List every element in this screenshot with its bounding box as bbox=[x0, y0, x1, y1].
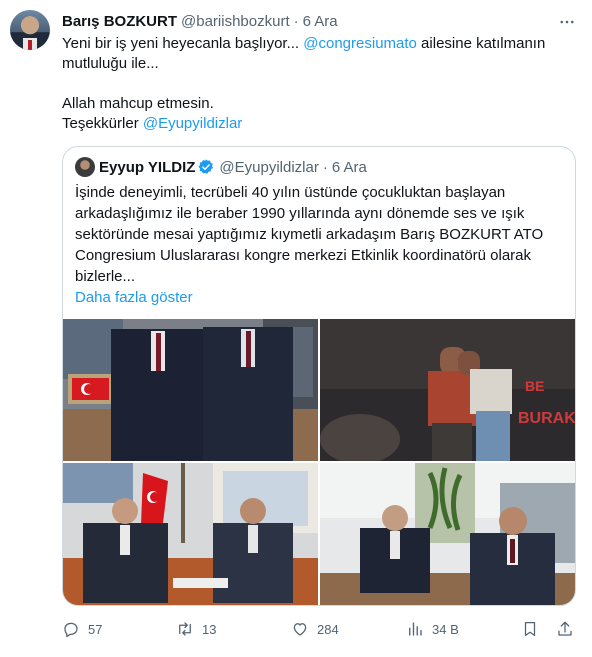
quoted-text-line: İşinde deneyimli, tecrübeli 40 yılın üst… bbox=[75, 184, 506, 201]
avatar-tie bbox=[28, 40, 32, 50]
share-button[interactable] bbox=[556, 618, 574, 640]
photo-4-image bbox=[320, 463, 575, 605]
photo-2-sign-burak: BURAK bbox=[518, 410, 575, 427]
tweet[interactable]: Barış BOZKURT @bariishbozkurt · 6 Ara Ye… bbox=[0, 0, 592, 657]
tweet-time[interactable]: 6 Ara bbox=[303, 13, 338, 30]
quoted-text-line: bizlerle... bbox=[75, 268, 136, 285]
mention-congresiumato[interactable]: @congresiumato bbox=[303, 35, 417, 52]
author-name[interactable]: Barış BOZKURT bbox=[62, 13, 177, 30]
heart-icon bbox=[293, 623, 307, 636]
more-dots-icon bbox=[560, 20, 574, 24]
tweet-text-segment: Teşekkürler bbox=[62, 115, 143, 132]
views-bar-chart-icon bbox=[409, 622, 422, 636]
tweet-header: Barış BOZKURT @bariishbozkurt · 6 Ara bbox=[62, 11, 338, 31]
tweet-text-segment: ailesine katılmanın bbox=[416, 35, 546, 52]
tweet-text-segment: mutluluğu ile... bbox=[62, 55, 159, 72]
tweet-text-segment: Yeni bir iş yeni heyecanla başlıyor... bbox=[62, 35, 304, 52]
quoted-text: İşinde deneyimli, tecrübeli 40 yılın üst… bbox=[75, 183, 565, 309]
photo-4[interactable] bbox=[320, 463, 575, 605]
quoted-author-handle: @Eyupyildizlar bbox=[219, 158, 319, 176]
author-handle[interactable]: @bariishbozkurt bbox=[181, 13, 290, 30]
views-button[interactable]: 34 B bbox=[406, 618, 459, 640]
quoted-time: 6 Ara bbox=[331, 158, 367, 176]
photo-2[interactable]: BE BURAK bbox=[320, 319, 575, 461]
photo-1-image bbox=[63, 319, 318, 461]
quoted-tweet[interactable]: Eyyup YILDIZ @Eyupyildizlar · 6 Ara İşin… bbox=[62, 146, 576, 606]
photo-2-image: BE BURAK bbox=[320, 319, 575, 461]
tweet-text-segment: Allah mahcup etmesin. bbox=[62, 95, 214, 112]
retweet-button[interactable]: 13 bbox=[176, 618, 216, 640]
quoted-header: Eyyup YILDIZ @Eyupyildizlar · 6 Ara bbox=[75, 157, 367, 177]
retweet-count: 13 bbox=[202, 621, 217, 637]
more-options-button[interactable] bbox=[555, 10, 579, 34]
tweet-text-line: Teşekkürler @Eyupyildizlar bbox=[62, 114, 577, 134]
quoted-avatar bbox=[75, 157, 95, 177]
reply-button[interactable]: 57 bbox=[62, 618, 102, 640]
photo-1[interactable] bbox=[63, 319, 318, 461]
tweet-text-line: Yeni bir iş yeni heyecanla başlıyor... @… bbox=[62, 34, 577, 54]
photo-2-sign-be: BE bbox=[525, 378, 544, 394]
like-button[interactable]: 284 bbox=[291, 618, 339, 640]
show-more-link[interactable]: Daha fazla göster bbox=[75, 288, 565, 309]
quoted-text-line: Congresium Uluslararası kongre merkezi E… bbox=[75, 247, 532, 264]
photo-3[interactable] bbox=[63, 463, 318, 605]
quoted-text-line: sektöründe mesai yaptığımız kıymetli ark… bbox=[75, 226, 544, 243]
mention-eyupyildizlar[interactable]: @Eyupyildizlar bbox=[143, 115, 242, 132]
reply-count: 57 bbox=[88, 621, 103, 637]
tweet-actions: 57 13 284 34 B bbox=[62, 618, 578, 640]
retweet-icon bbox=[179, 622, 191, 636]
bookmark-button[interactable] bbox=[521, 618, 539, 640]
view-count: 34 B bbox=[432, 621, 459, 637]
like-count: 284 bbox=[317, 621, 339, 637]
reply-icon bbox=[64, 622, 78, 638]
quoted-text-line: arkadaşlığımız ile beraber 1990 yılların… bbox=[75, 205, 525, 222]
tweet-text: Yeni bir iş yeni heyecanla başlıyor... @… bbox=[62, 34, 577, 134]
photo-3-image bbox=[63, 463, 318, 605]
author-avatar[interactable] bbox=[10, 10, 50, 50]
separator-dot: · bbox=[293, 12, 299, 30]
tweet-text-line: Allah mahcup etmesin. bbox=[62, 94, 577, 114]
bookmark-icon bbox=[524, 621, 536, 637]
separator-dot: · bbox=[322, 158, 328, 176]
share-icon bbox=[558, 621, 572, 636]
quoted-author-name: Eyyup YILDIZ bbox=[99, 158, 196, 176]
tweet-text-line: mutluluğu ile... bbox=[62, 54, 577, 74]
verified-badge-icon bbox=[197, 158, 215, 176]
